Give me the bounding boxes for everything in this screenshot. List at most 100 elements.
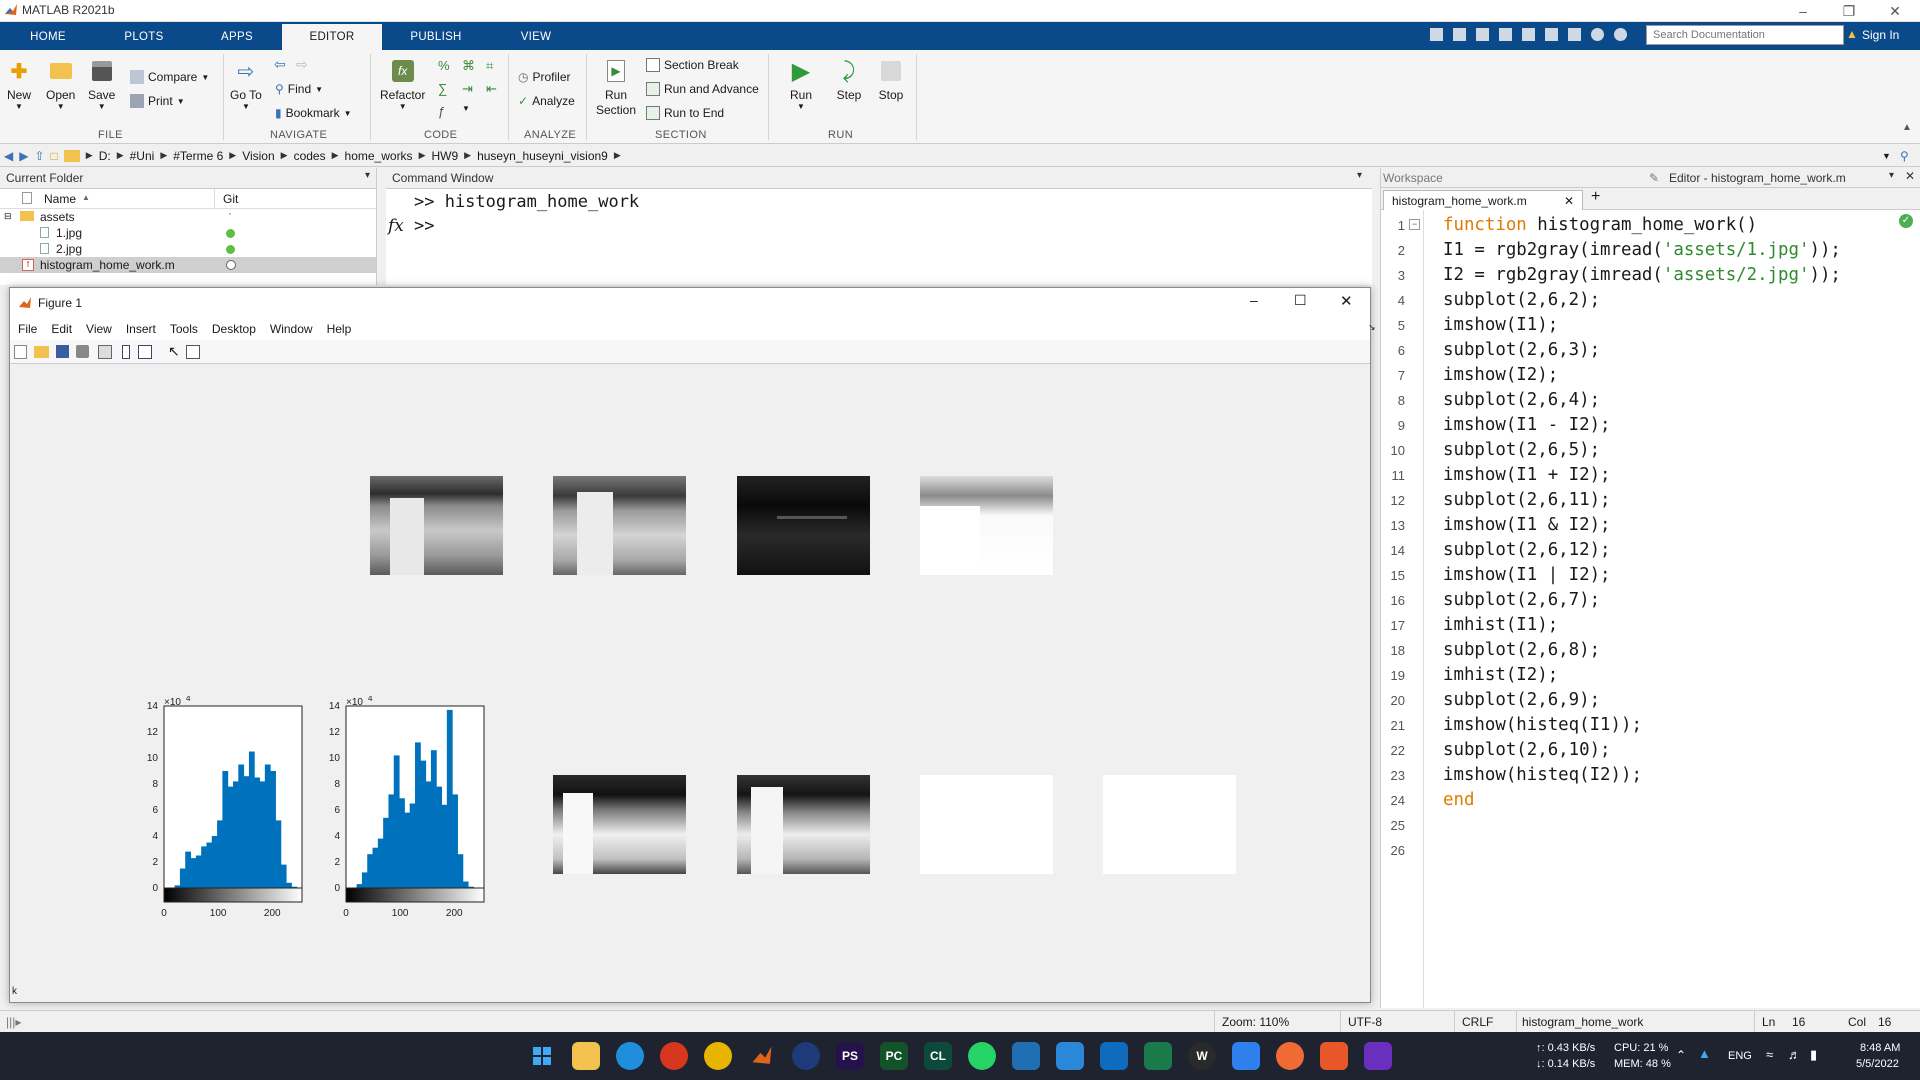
messenger-icon[interactable] (792, 1042, 820, 1070)
list-item[interactable]: 1.jpg (0, 225, 376, 241)
code-line[interactable]: 6 subplot(2,6,3); (1381, 338, 1841, 363)
pycharm-icon[interactable]: PC (880, 1042, 908, 1070)
code-line[interactable]: 23 imshow(histeq(I2)); (1381, 763, 1841, 788)
sign-in-link[interactable]: Sign In (1862, 28, 1899, 42)
code-line[interactable]: 8 subplot(2,6,4); (1381, 388, 1841, 413)
refactor-button[interactable]: fx Refactor ▼ (380, 58, 425, 111)
decrease-indent-icon[interactable]: ⇤ (486, 81, 502, 97)
edge-browser-icon[interactable] (616, 1042, 644, 1070)
collapse-icon[interactable]: ⊟ (4, 211, 12, 222)
language-indicator[interactable]: ENG (1728, 1050, 1752, 1062)
breadcrumb-item[interactable]: #Uni (130, 149, 155, 163)
code-line[interactable]: 19 imhist(I2); (1381, 663, 1841, 688)
code-line[interactable]: 13 imshow(I1 & I2); (1381, 513, 1841, 538)
insert-function-icon[interactable]: ƒ (438, 104, 454, 119)
tab-apps[interactable]: APPS (192, 24, 282, 50)
run-and-advance-button[interactable]: Run and Advance (646, 82, 759, 96)
breadcrumb-item[interactable]: huseyn_huseyni_vision9 (477, 149, 608, 163)
menu-insert[interactable]: Insert (126, 322, 156, 336)
open-file-icon[interactable] (34, 346, 49, 358)
colorbar-icon[interactable] (122, 345, 130, 359)
code-line[interactable]: 21 imshow(histeq(I1)); (1381, 713, 1841, 738)
file-encoding[interactable]: UTF-8 (1348, 1015, 1382, 1029)
code-area[interactable]: 1 function histogram_home_work() 2 I1 = rgb… (1381, 210, 1920, 1008)
new-figure-icon[interactable] (14, 345, 27, 359)
clock-date[interactable]: 5/5/2022 (1856, 1058, 1899, 1070)
search-icon[interactable]: ⚲ (1824, 28, 1833, 42)
breadcrumb-item[interactable]: #Terme 6 (173, 149, 223, 163)
go-to-button[interactable]: ⇨ Go To ▼ (230, 58, 262, 112)
compare-button[interactable]: Compare ▼ (130, 70, 209, 84)
save-figure-icon[interactable] (56, 345, 69, 358)
code-line[interactable]: 24 end (1381, 788, 1841, 813)
list-item[interactable]: ⊟ assets · (0, 206, 376, 225)
volume-icon[interactable]: ♬ (1788, 1047, 1801, 1062)
new-button[interactable]: ✚ New ▼ (6, 58, 32, 112)
code-fold-icon[interactable]: − (1409, 219, 1420, 230)
code-line[interactable]: 4 subplot(2,6,2); (1381, 288, 1841, 313)
start-windows-icon[interactable] (528, 1042, 556, 1070)
function-browser-icon[interactable]: fx (388, 216, 404, 236)
clion-icon[interactable]: CL (924, 1042, 952, 1070)
figure-maximize-icon[interactable]: ☐ (1294, 292, 1307, 309)
back-arrow-icon[interactable]: ⇦ (274, 56, 286, 73)
back-icon[interactable]: ◀ (4, 149, 13, 163)
workspace-title[interactable]: Workspace (1383, 171, 1443, 185)
help-icon[interactable] (1591, 28, 1604, 41)
visual-studio-icon[interactable] (1364, 1042, 1392, 1070)
find-button[interactable]: ⚲ Find ▼ (275, 82, 323, 96)
code-line[interactable]: 15 imshow(I1 | I2); (1381, 563, 1841, 588)
breadcrumb-item[interactable]: D: (99, 149, 111, 163)
tab-home[interactable]: HOME (0, 24, 96, 50)
command-prompt[interactable]: >> (414, 214, 434, 239)
save-button[interactable]: Save ▼ (88, 58, 115, 111)
code-analyzer-ok-icon[interactable]: ✓ (1899, 214, 1913, 228)
menu-desktop[interactable]: Desktop (212, 322, 256, 336)
dock-figure-icon[interactable]: ↘ (1368, 322, 1376, 333)
wrap-comments-icon[interactable]: ⌗ (486, 58, 502, 74)
figure-close-icon[interactable]: ✕ (1340, 292, 1353, 310)
search-documentation-input[interactable] (1646, 25, 1844, 45)
gitkraken-icon[interactable] (1320, 1042, 1348, 1070)
browse-folder-icon[interactable]: □ (51, 149, 58, 163)
teams-icon[interactable] (1056, 1042, 1084, 1070)
code-line[interactable]: 9 imshow(I1 - I2); (1381, 413, 1841, 438)
tab-editor[interactable]: EDITOR (282, 24, 382, 50)
file-explorer-icon[interactable] (572, 1042, 600, 1070)
tab-view[interactable]: VIEW (486, 24, 586, 50)
section-break-button[interactable]: Section Break (646, 58, 739, 72)
list-item[interactable]: f histogram_home_work.m (0, 257, 376, 273)
up-folder-icon[interactable]: ⇧ (34, 149, 44, 163)
run-section-button[interactable]: ▶ Run Section (594, 58, 638, 118)
comment-icon[interactable]: % (438, 58, 454, 74)
matlab-taskbar-icon[interactable] (748, 1042, 776, 1070)
code-line[interactable]: 3 I2 = rgb2gray(imread('assets/2.jpg')); (1381, 263, 1841, 288)
menu-tools[interactable]: Tools (170, 322, 198, 336)
print-button[interactable]: Print ▼ (130, 94, 185, 108)
paste-icon[interactable] (1499, 28, 1512, 41)
stop-button[interactable]: Stop (878, 58, 904, 102)
excel-icon[interactable] (1144, 1042, 1172, 1070)
menu-edit[interactable]: Edit (51, 322, 72, 336)
code-line[interactable]: 22 subplot(2,6,10); (1381, 738, 1841, 763)
restore-icon[interactable]: ❐ (1826, 0, 1872, 22)
tab-plots[interactable]: PLOTS (96, 24, 192, 50)
run-to-end-button[interactable]: Run to End (646, 106, 724, 120)
copy-icon[interactable] (1476, 28, 1489, 41)
phpstorm-icon[interactable]: PS (836, 1042, 864, 1070)
code-line[interactable]: 17 imhist(I1); (1381, 613, 1841, 638)
edit-plot-cursor-icon[interactable]: ↖ (168, 343, 180, 360)
tray-overflow-icon[interactable]: ⌃ (1676, 1048, 1686, 1062)
bookmark-button[interactable]: ▮ Bookmark ▼ (275, 106, 352, 120)
command-window[interactable]: Command Window ▾ >> histogram_home_work … (386, 168, 1372, 285)
postman-icon[interactable] (1276, 1042, 1304, 1070)
link-plot-icon[interactable] (98, 345, 112, 359)
battery-icon[interactable]: ▮ (1810, 1047, 1817, 1063)
telegram-icon[interactable] (1232, 1042, 1260, 1070)
legend-icon[interactable] (138, 345, 152, 359)
vscode-icon[interactable] (1012, 1042, 1040, 1070)
code-line[interactable]: 20 subplot(2,6,9); (1381, 688, 1841, 713)
code-line[interactable]: 12 subplot(2,6,11); (1381, 488, 1841, 513)
tab-publish[interactable]: PUBLISH (386, 24, 486, 50)
code-line[interactable]: 5 imshow(I1); (1381, 313, 1841, 338)
